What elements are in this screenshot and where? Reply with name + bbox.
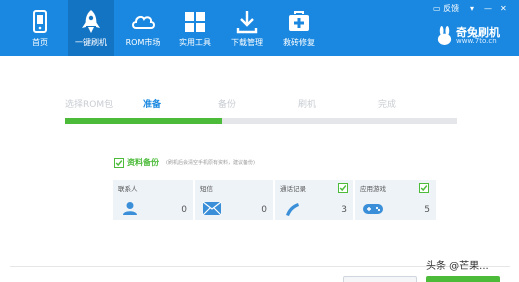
menu-button[interactable]: ▾ xyxy=(470,3,474,15)
step-backup: 备份 xyxy=(218,100,237,110)
nav-home-label: 首页 xyxy=(32,38,48,47)
nav-one-click-flash[interactable]: 一键刷机 xyxy=(68,0,114,56)
check-icon xyxy=(339,185,347,192)
card-title: 联系人 xyxy=(118,185,138,193)
backup-checkbox[interactable] xyxy=(114,158,124,168)
nav-downloads[interactable]: 下载管理 xyxy=(224,0,270,56)
medkit-icon xyxy=(289,11,309,31)
card-count: 0 xyxy=(181,205,187,215)
nav-rom-market[interactable]: ROM市场 xyxy=(120,0,166,56)
check-icon xyxy=(115,160,123,167)
close-button[interactable]: ✕ xyxy=(500,3,507,15)
rocket-icon xyxy=(82,10,100,33)
card-count: 5 xyxy=(424,205,430,215)
brand-logo: 奇兔刷机 www.7to.cn xyxy=(436,24,516,48)
apps-checkbox[interactable] xyxy=(419,183,429,193)
card-count: 3 xyxy=(341,205,347,215)
backup-hint: (刷机后会清空手机原有资料，建议备份) xyxy=(166,160,255,166)
backup-card-contacts[interactable]: 联系人 0 xyxy=(113,180,193,220)
call-log-checkbox[interactable] xyxy=(338,183,348,193)
nav-home[interactable]: 首页 xyxy=(22,0,58,56)
minimize-button[interactable]: — xyxy=(484,3,492,15)
top-toolbar: 首页 一键刷机 ROM市场 实用工具 下载管理 救砖修复 ▭ 反馈 ▾ — ✕ … xyxy=(0,0,519,56)
check-icon xyxy=(420,185,428,192)
step-select-rom: 选择ROM包 xyxy=(65,100,114,110)
cloud-icon xyxy=(132,15,155,29)
step-prepare: 准备 xyxy=(143,100,162,110)
backup-label: 资料备份 xyxy=(127,158,159,167)
phone-call-icon xyxy=(286,203,299,216)
chat-icon: ▭ xyxy=(433,4,441,13)
sms-icon xyxy=(202,201,222,216)
grid-icon xyxy=(185,12,205,32)
step-flash: 刷机 xyxy=(298,100,317,110)
card-count: 0 xyxy=(261,205,267,215)
contact-icon xyxy=(123,202,137,215)
nav-rom-market-label: ROM市场 xyxy=(125,38,161,47)
gamepad-icon xyxy=(363,204,383,214)
back-button[interactable] xyxy=(343,276,417,282)
feedback-button[interactable]: ▭ 反馈 xyxy=(433,3,459,15)
backup-card-sms[interactable]: 短信 0 xyxy=(195,180,273,220)
backup-card-apps[interactable]: 应用游戏 5 xyxy=(355,180,436,220)
watermark-text: 头条 @芒果... xyxy=(426,261,489,272)
download-icon xyxy=(236,11,258,34)
card-title: 短信 xyxy=(200,185,213,193)
nav-downloads-label: 下载管理 xyxy=(231,38,263,47)
step-complete: 完成 xyxy=(378,100,397,110)
card-title: 通话记录 xyxy=(280,185,306,193)
progress-fill xyxy=(65,118,222,124)
card-title: 应用游戏 xyxy=(360,185,386,193)
progress-bar xyxy=(65,118,457,124)
nav-one-click-flash-label: 一键刷机 xyxy=(75,38,107,47)
feedback-label: 反馈 xyxy=(443,4,460,13)
nav-tools[interactable]: 实用工具 xyxy=(172,0,218,56)
nav-tools-label: 实用工具 xyxy=(179,38,211,47)
backup-card-call-log[interactable]: 通话记录 3 xyxy=(275,180,353,220)
nav-brick-repair-label: 救砖修复 xyxy=(283,38,315,47)
next-button[interactable] xyxy=(426,276,500,282)
brand-url: www.7to.cn xyxy=(456,37,497,45)
rabbit-logo-icon xyxy=(437,26,452,45)
nav-brick-repair[interactable]: 救砖修复 xyxy=(276,0,322,56)
phone-icon xyxy=(33,10,47,33)
